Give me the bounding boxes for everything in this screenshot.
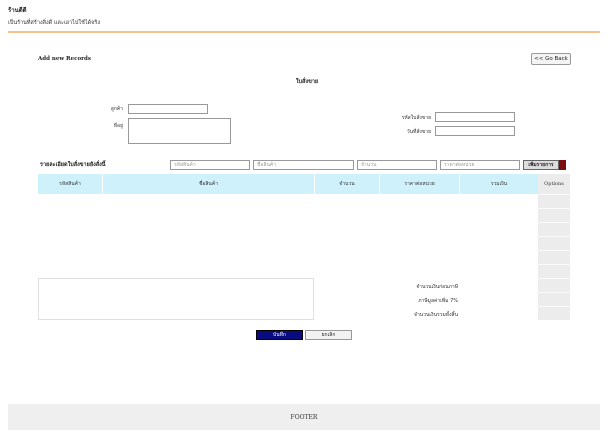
column-quantity: จำนวน xyxy=(339,181,355,187)
order-code-label: รหัสใบสั่งขาย xyxy=(401,115,431,121)
header-divider xyxy=(8,31,600,33)
options-row-divider xyxy=(538,208,570,209)
options-row-divider xyxy=(538,278,570,279)
order-code-input[interactable] xyxy=(435,112,515,122)
quantity-input[interactable]: จำนวน xyxy=(357,160,437,170)
cancel-button[interactable]: ยกเลิก xyxy=(305,330,352,340)
grand-total-label: จำนวนเงินรวมทั้งสิ้น xyxy=(414,312,458,318)
quantity-placeholder: จำนวน xyxy=(361,162,377,168)
order-date-label: วันที่สั่งขาย xyxy=(406,129,431,135)
options-row-divider xyxy=(538,306,570,307)
unit-price-input[interactable]: ราคาต่อหน่วย xyxy=(440,160,520,170)
product-name-input[interactable]: ชื่อสินค้า xyxy=(253,160,354,170)
go-back-button[interactable]: << Go Back xyxy=(531,53,571,65)
options-row-divider xyxy=(538,194,570,195)
store-tagline: เป็นร้านที่สร้างสิ่งดี และเอาไปใช้ได้จริ… xyxy=(8,20,101,26)
options-column xyxy=(538,174,570,320)
column-product-code: รหัสสินค้า xyxy=(59,181,81,187)
unit-price-placeholder: ราคาต่อหน่วย xyxy=(444,162,475,168)
customer-label: ลูกค้า xyxy=(110,106,123,112)
options-row-divider xyxy=(538,222,570,223)
product-code-input[interactable]: รหัสสินค้า xyxy=(170,160,250,170)
customer-input[interactable] xyxy=(128,104,208,114)
page-footer: FOOTER xyxy=(8,404,600,430)
address-label: ที่อยู่ xyxy=(113,123,123,129)
vat-label: ภาษีมูลค่าเพิ่ม 7% xyxy=(418,298,458,304)
save-button[interactable]: บันทึก xyxy=(256,330,303,340)
order-date-input[interactable] xyxy=(435,126,515,136)
document-title: ใบสั่งขาย xyxy=(295,79,319,85)
options-row-divider xyxy=(538,264,570,265)
product-name-placeholder: ชื่อสินค้า xyxy=(257,162,277,168)
options-row-divider xyxy=(538,250,570,251)
column-product-name: ชื่อสินค้า xyxy=(198,181,219,187)
remarks-textarea[interactable] xyxy=(38,278,314,320)
detail-entry-label: รายละเอียดใบสั่งขายยังสั่งนี้ xyxy=(40,162,106,168)
add-accent-marker xyxy=(559,160,566,170)
column-options: Options xyxy=(544,181,564,187)
product-code-placeholder: รหัสสินค้า xyxy=(174,162,196,168)
options-row-divider xyxy=(538,292,570,293)
column-unit-price: ราคาต่อหน่วย xyxy=(404,181,435,187)
column-total: รวมเงิน xyxy=(490,181,508,187)
add-item-button[interactable]: เพิ่มรายการ xyxy=(523,160,559,170)
address-textarea[interactable] xyxy=(128,118,231,144)
subtotal-label: จำนวนเงินก่อนภาษี xyxy=(416,284,458,290)
options-row-divider xyxy=(538,236,570,237)
store-name: ร้านดีดี xyxy=(8,7,27,14)
section-title: Add new Records xyxy=(38,56,91,62)
